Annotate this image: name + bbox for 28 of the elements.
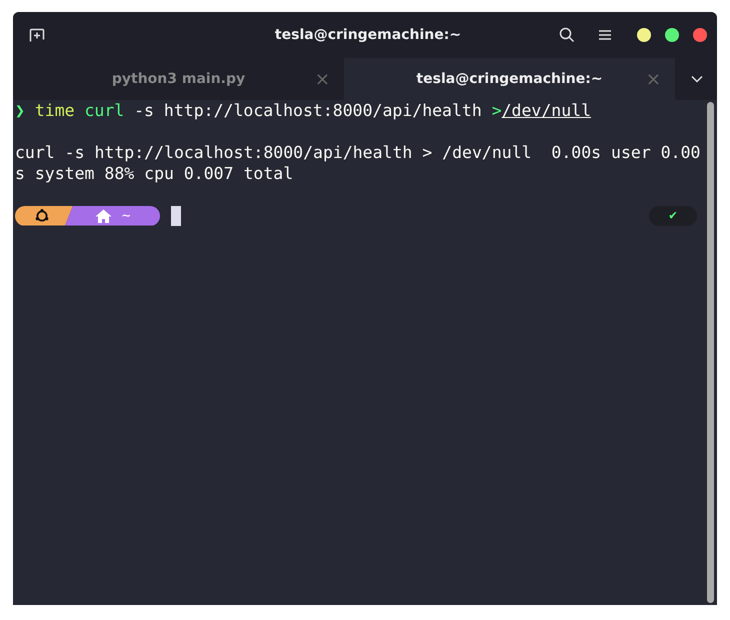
tab-close-button[interactable]: × <box>646 68 661 90</box>
minimize-button[interactable] <box>637 28 651 42</box>
tab-label: python3 main.py <box>112 71 246 87</box>
maximize-button[interactable] <box>665 28 679 42</box>
output-line: s system 88% cpu 0.007 total <box>15 163 294 184</box>
command-token: time <box>34 100 75 121</box>
command-token: > <box>492 100 502 121</box>
close-button[interactable] <box>693 28 707 42</box>
status-indicator: ✔ <box>649 206 697 226</box>
command-token: curl <box>84 100 124 121</box>
terminal-tab[interactable]: tesla@cringemachine:~ × <box>344 58 675 100</box>
command-token: -s http://localhost:8000/api/health <box>134 100 482 121</box>
scrollbar[interactable] <box>707 102 714 603</box>
menu-icon[interactable] <box>599 30 611 40</box>
terminal-tab[interactable]: python3 main.py × <box>13 58 344 100</box>
directory-text: ~ <box>122 208 130 222</box>
output-line: curl -s http://localhost:8000/api/health > /dev/null 0.00s user 0.00 <box>15 142 700 163</box>
search-icon[interactable] <box>559 27 575 43</box>
command-token: /dev/null <box>502 100 592 121</box>
command-token: ❯ <box>15 100 25 121</box>
text-cursor <box>171 206 181 226</box>
new-tab-icon[interactable] <box>29 28 45 42</box>
tab-close-button[interactable]: × <box>314 68 330 90</box>
ubuntu-icon <box>35 208 49 222</box>
chevron-down-icon[interactable] <box>691 75 703 83</box>
home-icon <box>95 208 112 222</box>
tab-label: tesla@cringemachine:~ <box>416 71 603 87</box>
window-title: tesla@cringemachine:~ <box>274 27 462 43</box>
